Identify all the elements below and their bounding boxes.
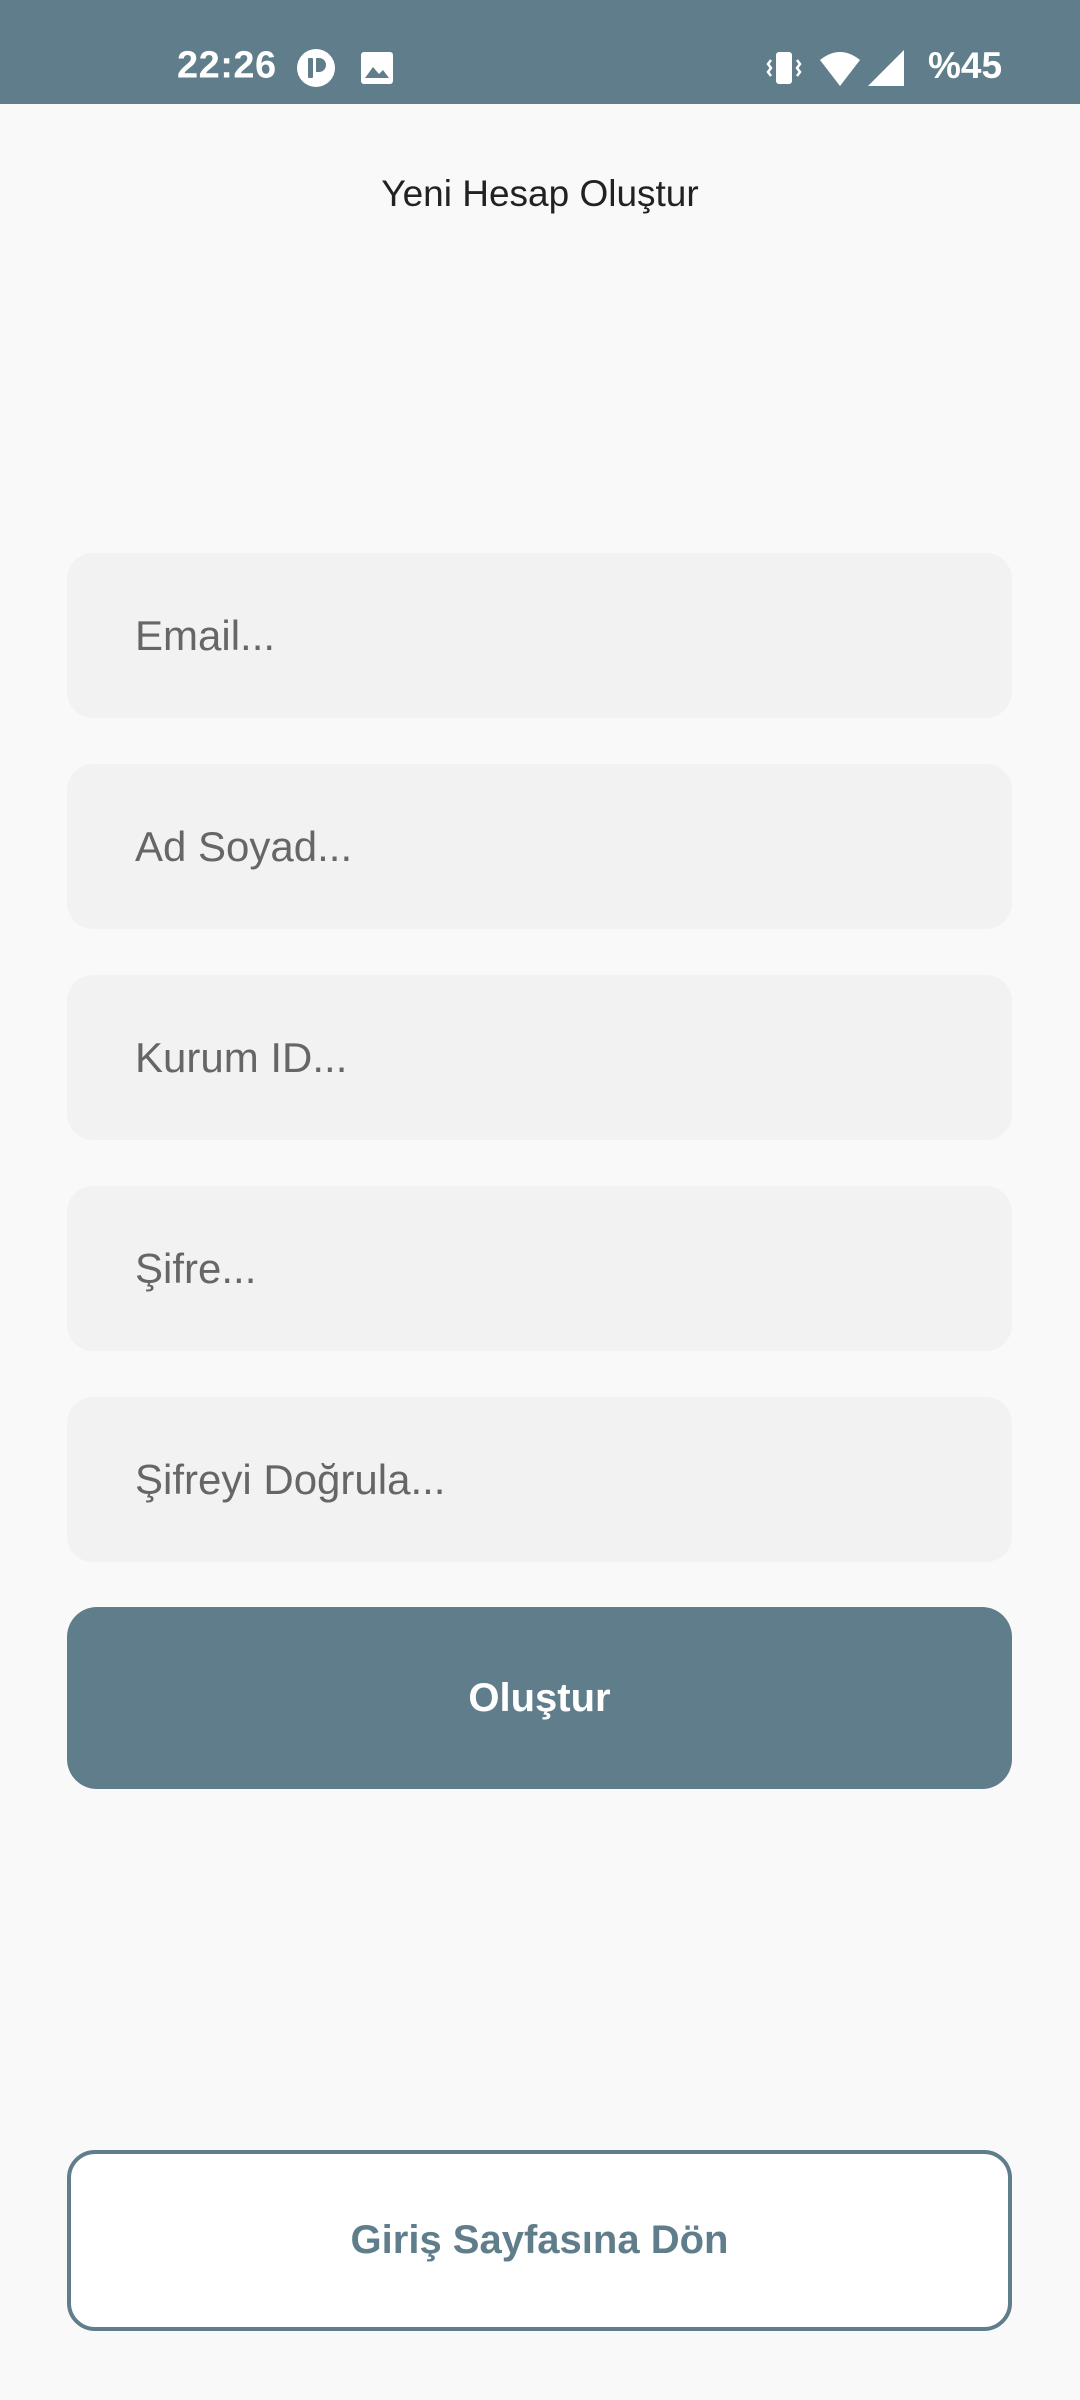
password-field[interactable]	[67, 1186, 1012, 1351]
email-field[interactable]	[67, 553, 1012, 718]
back-to-login-button[interactable]: Giriş Sayfasına Dön	[67, 2150, 1012, 2331]
name-input[interactable]	[67, 764, 1012, 929]
create-account-button[interactable]: Oluştur	[67, 1607, 1012, 1789]
confirm-password-field[interactable]	[67, 1397, 1012, 1562]
password-input[interactable]	[67, 1186, 1012, 1351]
page-title: Yeni Hesap Oluştur	[381, 173, 699, 214]
email-input[interactable]	[67, 553, 1012, 718]
cell-signal-icon	[868, 50, 904, 86]
status-bar: 22:26 %45	[0, 0, 1080, 104]
org-id-input[interactable]	[67, 975, 1012, 1140]
battery-percent: %45	[928, 45, 1003, 86]
app-notification-icon	[297, 49, 335, 87]
image-icon	[361, 52, 393, 84]
confirm-password-input[interactable]	[67, 1397, 1012, 1562]
wifi-icon	[820, 52, 860, 86]
status-time: 22:26	[177, 44, 277, 87]
vibrate-icon	[766, 52, 802, 84]
name-field[interactable]	[67, 764, 1012, 929]
org-id-field[interactable]	[67, 975, 1012, 1140]
